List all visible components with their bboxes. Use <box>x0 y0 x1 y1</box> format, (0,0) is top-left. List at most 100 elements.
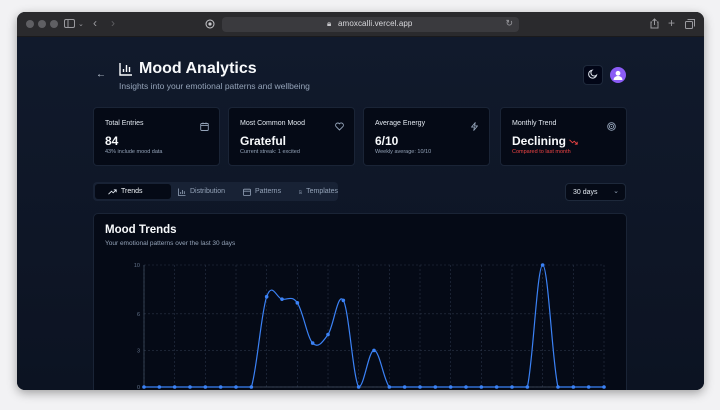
chevron-down-icon: ⌄ <box>613 188 619 195</box>
data-point <box>295 301 300 305</box>
bar-chart-icon <box>178 188 186 196</box>
stat-value: 6/10 <box>375 134 399 148</box>
trending-down-icon <box>569 139 579 145</box>
privacy-shield-icon[interactable] <box>205 19 215 32</box>
data-point <box>157 385 162 389</box>
trending-up-icon <box>108 188 117 195</box>
user-icon <box>613 70 623 80</box>
data-point <box>525 385 530 389</box>
share-icon[interactable] <box>650 18 659 32</box>
stat-card-average-energy: Average Energy 6/10 Weekly average: 10/1… <box>363 107 490 166</box>
bar-chart-icon <box>119 62 133 76</box>
lock-icon: 🔒︎ <box>327 19 332 28</box>
data-point <box>540 263 545 267</box>
y-tick-label: 3 <box>137 348 140 354</box>
new-tab-icon[interactable]: + <box>668 17 675 29</box>
data-point <box>234 385 238 389</box>
heart-icon <box>335 118 344 136</box>
stat-sub: Current streak: 1 excited <box>240 149 300 155</box>
stat-sub: Weekly average: 10/10 <box>375 149 432 155</box>
data-point <box>586 385 591 389</box>
time-range-value: 30 days <box>573 188 598 196</box>
tab-label: Patterns <box>255 188 282 195</box>
data-point <box>418 385 422 389</box>
tab-label: Distribution <box>190 188 226 195</box>
forward-nav-icon[interactable]: › <box>111 17 115 29</box>
data-point <box>479 385 484 389</box>
close-window-button[interactable] <box>26 20 34 28</box>
stat-card-most-common-mood: Most Common Mood Grateful Current streak… <box>228 107 355 166</box>
data-point <box>203 385 208 389</box>
y-tick-label: 10 <box>134 263 140 269</box>
url-text: amoxcalli.vercel.app <box>338 19 413 28</box>
stat-value: 84 <box>105 134 119 148</box>
page-content: ← Mood Analytics Insights into your emot… <box>17 37 704 390</box>
calendar-icon <box>243 188 251 196</box>
tab-templates[interactable]: Templates <box>286 184 338 199</box>
target-icon <box>607 118 616 136</box>
stat-label: Total Entries <box>105 120 144 127</box>
stat-value: Declining <box>512 134 579 148</box>
tab-trends[interactable]: Trends <box>95 184 171 199</box>
page-header: Mood Analytics <box>119 60 257 78</box>
stat-sub: 43% include mood data <box>105 149 163 155</box>
data-point <box>341 298 346 303</box>
data-point <box>464 385 468 389</box>
user-avatar[interactable] <box>610 67 626 83</box>
stat-card-total-entries: Total Entries 84 43% include mood data <box>93 107 220 166</box>
y-tick-label: 6 <box>137 312 140 318</box>
trend-value: Declining <box>512 134 567 148</box>
data-point <box>402 385 407 389</box>
data-point <box>510 385 514 389</box>
data-point <box>264 294 269 299</box>
data-point <box>387 385 392 389</box>
tab-distribution[interactable]: Distribution <box>165 184 227 199</box>
stat-value: Grateful <box>240 134 287 148</box>
stat-card-monthly-trend: Monthly Trend Declining Compared to last… <box>500 107 627 166</box>
stat-label: Monthly Trend <box>512 120 557 127</box>
tab-label: Templates <box>306 188 338 195</box>
browser-window: ⌄ ‹ › 🔒︎ amoxcalli.vercel.app ↻ + ← Mood… <box>17 12 704 390</box>
y-tick-label: 0 <box>137 385 140 390</box>
tab-label: Trends <box>121 188 143 195</box>
data-point <box>142 385 146 389</box>
stat-label: Average Energy <box>375 120 426 127</box>
stat-sub: Compared to last month <box>512 149 571 155</box>
zoom-window-button[interactable] <box>50 20 58 28</box>
page-title: Mood Analytics <box>139 60 257 77</box>
sidebar-toggle-icon[interactable] <box>64 19 75 31</box>
back-nav-icon[interactable]: ‹ <box>93 17 97 29</box>
data-point <box>249 385 254 389</box>
browser-toolbar: ⌄ ‹ › 🔒︎ amoxcalli.vercel.app ↻ + <box>17 12 704 37</box>
back-arrow-icon[interactable]: ← <box>96 69 106 80</box>
data-point <box>372 348 376 353</box>
chevron-down-icon[interactable]: ⌄ <box>78 20 84 30</box>
data-point <box>310 341 315 345</box>
theme-toggle-button[interactable] <box>583 65 603 85</box>
moon-icon <box>588 66 598 84</box>
data-point <box>602 385 606 389</box>
data-point <box>494 385 499 389</box>
tab-overview-icon[interactable] <box>685 19 695 32</box>
address-bar[interactable]: 🔒︎ amoxcalli.vercel.app ↻ <box>222 17 519 32</box>
data-point <box>448 385 453 389</box>
data-point <box>172 385 177 389</box>
data-point <box>326 332 330 337</box>
data-point <box>556 385 560 389</box>
mood-trend-chart[interactable]: 03610Jun 14 Jun 16 Jun 18 Jun 20 Jun 22 Jun 2… <box>94 214 627 390</box>
analytics-tabs: Trends Distribution Patterns Templates <box>93 182 338 201</box>
zap-icon <box>470 118 479 136</box>
reload-icon[interactable]: ↻ <box>505 18 513 29</box>
data-point <box>356 385 361 389</box>
data-point <box>433 385 438 389</box>
series-line <box>144 264 604 388</box>
file-text-icon <box>299 189 303 194</box>
data-point <box>280 297 284 301</box>
stat-label: Most Common Mood <box>240 120 305 127</box>
time-range-select[interactable]: 30 days ⌄ <box>565 183 626 201</box>
data-point <box>218 385 223 389</box>
data-point <box>571 385 576 389</box>
mood-trends-panel: Mood Trends Your emotional patterns over… <box>93 213 627 390</box>
tab-patterns[interactable]: Patterns <box>230 184 284 199</box>
minimize-window-button[interactable] <box>38 20 46 28</box>
